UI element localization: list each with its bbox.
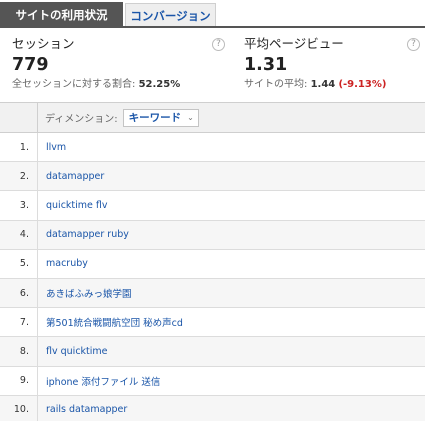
dimension-selector[interactable]: キーワード ⌄ [122, 108, 199, 127]
index-header-cell [0, 103, 38, 132]
table-row: 2. datamapper [0, 162, 425, 192]
row-number: 5. [0, 249, 38, 278]
row-number: 9. [0, 366, 38, 395]
metric-pages-per-session: 平均ページビュー 1.31 サイトの平均: 1.44 (-9.13%) [244, 36, 386, 92]
keyword-link[interactable]: 第501統合戦闘航空団 秘め声cd [38, 308, 183, 336]
sessions-help-icon[interactable]: ? [212, 38, 225, 51]
dimension-label: ディメンション: [45, 114, 118, 125]
report-tabs: サイトの利用状況 コンバージョン [0, 0, 425, 27]
tabs-divider [0, 26, 425, 28]
chevron-down-icon: ⌄ [187, 113, 194, 122]
dimension-header-cell: ディメンション: キーワード ⌄ [38, 103, 199, 132]
row-number: 10. [0, 395, 38, 421]
sessions-share: 全セッションに対する割合: 52.25% [12, 78, 180, 92]
site-average-value: 1.44 [310, 79, 336, 90]
row-number: 6. [0, 278, 38, 308]
keyword-link[interactable]: quicktime flv [38, 191, 108, 219]
keyword-link[interactable]: flv quicktime [38, 337, 108, 365]
sessions-share-value: 52.25% [138, 79, 181, 90]
sessions-value: 779 [12, 55, 49, 75]
table-row: 10. rails datamapper [0, 395, 425, 421]
table-row: 1. llvm [0, 133, 425, 163]
pages-per-session-help-icon[interactable]: ? [407, 38, 420, 51]
site-average-delta: (-9.13%) [338, 79, 387, 90]
metric-sessions: セッション 779 全セッションに対する割合: 52.25% [12, 36, 180, 92]
pages-per-session-value: 1.31 [244, 55, 288, 75]
keyword-link[interactable]: datamapper [38, 162, 104, 190]
site-average: サイトの平均: 1.44 (-9.13%) [244, 78, 386, 92]
sessions-label: セッション [12, 36, 75, 51]
table-row: 9. iphone 添付ファイル 送信 [0, 366, 425, 396]
sessions-share-label: 全セッションに対する割合: [12, 79, 136, 90]
tab-conversions[interactable]: コンバージョン [125, 3, 216, 27]
pages-per-session-label: 平均ページビュー [244, 36, 344, 51]
site-average-label: サイトの平均: [244, 79, 308, 90]
table-row: 4. datamapper ruby [0, 220, 425, 250]
row-number: 7. [0, 308, 38, 337]
table-row: 7. 第501統合戦闘航空団 秘め声cd [0, 308, 425, 338]
dimension-header-row: ディメンション: キーワード ⌄ [0, 103, 425, 133]
row-number: 4. [0, 220, 38, 249]
row-number: 8. [0, 337, 38, 366]
keyword-link[interactable]: iphone 添付ファイル 送信 [38, 367, 160, 395]
table-row: 5. macruby [0, 249, 425, 279]
dimension-selector-value: キーワード [128, 112, 182, 124]
row-number: 2. [0, 162, 38, 191]
keyword-link[interactable]: llvm [38, 133, 66, 161]
table-row: 3. quicktime flv [0, 191, 425, 221]
keyword-table: ディメンション: キーワード ⌄ 1. llvm 2. datamapper 3… [0, 102, 425, 421]
row-number: 1. [0, 133, 38, 162]
table-row: 8. flv quicktime [0, 337, 425, 367]
keyword-link[interactable]: macruby [38, 250, 88, 278]
row-number: 3. [0, 191, 38, 220]
keyword-link[interactable]: rails datamapper [38, 396, 127, 421]
table-row: 6. あきばふみっ娘学園 [0, 278, 425, 309]
tab-site-usage[interactable]: サイトの利用状況 [0, 2, 123, 27]
keyword-link[interactable]: あきばふみっ娘学園 [38, 279, 132, 307]
keyword-link[interactable]: datamapper ruby [38, 221, 129, 249]
